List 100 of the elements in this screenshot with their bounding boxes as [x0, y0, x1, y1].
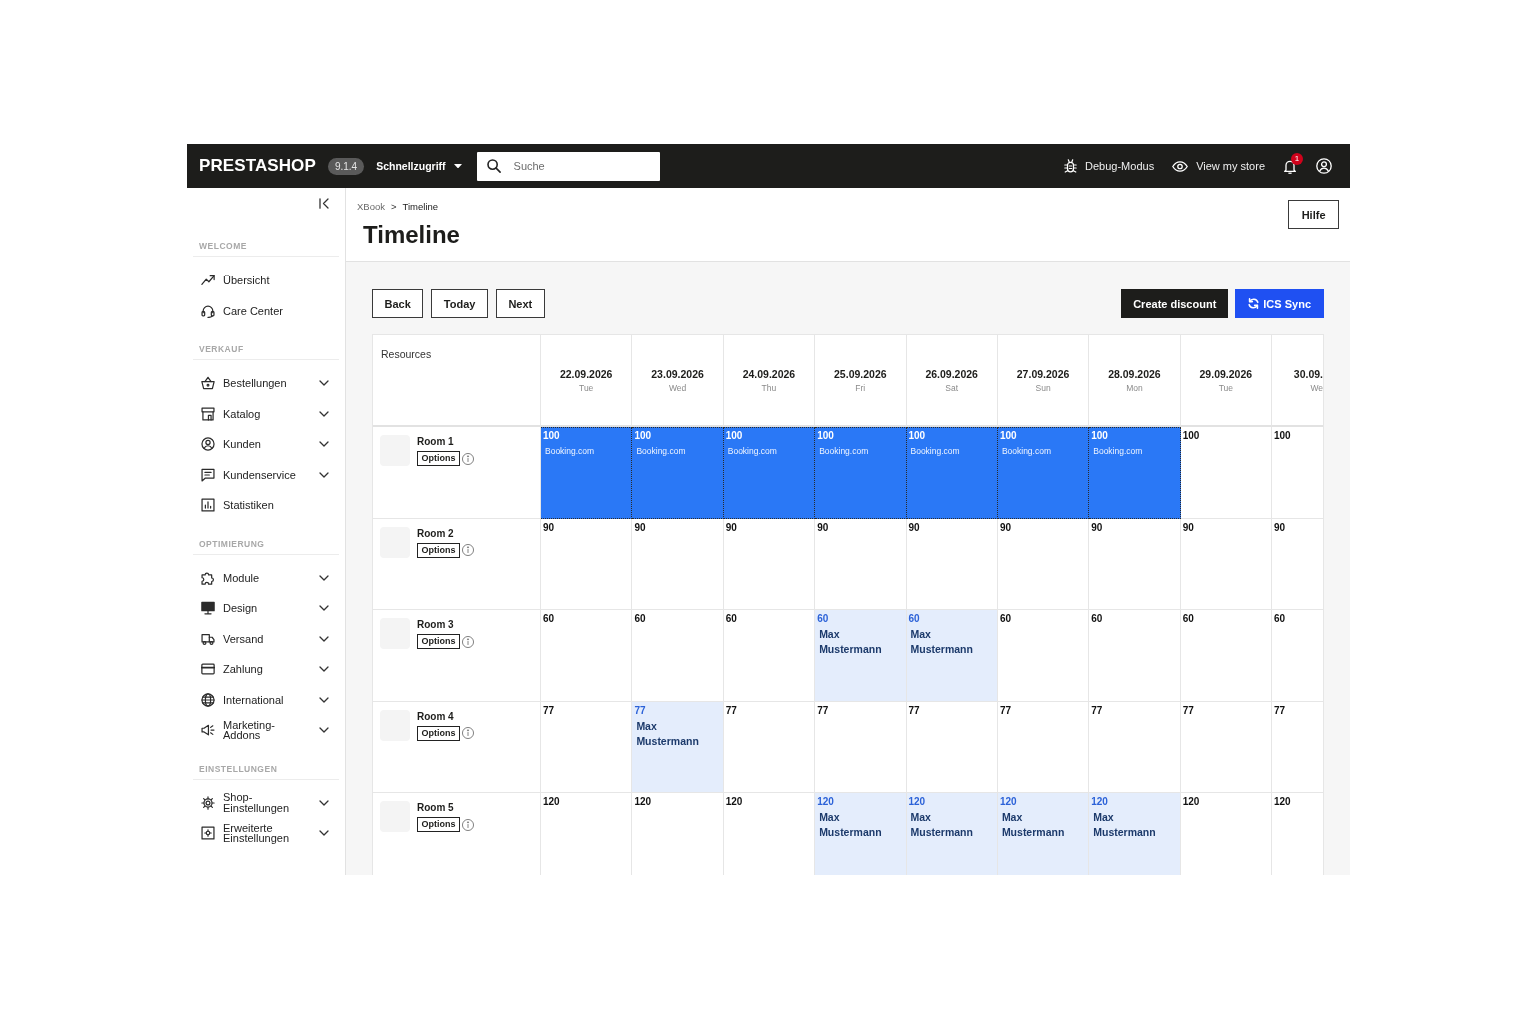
reservation-cell[interactable]: 77 Max Mustermann	[632, 701, 724, 793]
sidebar-item[interactable]: International	[193, 684, 339, 715]
price-text: 60	[634, 613, 646, 625]
sidebar-item[interactable]: Care Center	[193, 295, 339, 326]
refresh-icon	[1248, 298, 1260, 309]
reservation-cell[interactable]: 60 Max Mustermann	[815, 610, 907, 702]
date-label: 26.09.2026	[925, 368, 978, 381]
booking-source: Booking.com	[545, 446, 595, 457]
sidebar-item[interactable]: Übersicht	[193, 265, 339, 296]
weekday-label: Mon	[1126, 383, 1143, 394]
booking-cell[interactable]: 100 Booking.com	[997, 427, 1090, 519]
options-button[interactable]: Options	[417, 542, 460, 558]
price-text: 90	[999, 521, 1011, 534]
price-text: 77	[543, 704, 555, 717]
help-button[interactable]: Hilfe	[1288, 200, 1339, 229]
price-text: 77	[908, 704, 920, 717]
sidebar-item[interactable]: Zahlung	[193, 654, 339, 685]
quick-access-menu[interactable]: Schnellzugriff	[376, 160, 462, 172]
guest-name: Max Mustermann	[910, 627, 974, 657]
reservation-cell[interactable]: 120 Max Mustermann	[815, 793, 907, 875]
options-button[interactable]: Options	[417, 725, 460, 741]
sidebar-item[interactable]: Erweiterte Einstellungen	[193, 818, 339, 849]
date-label: 28.09.2026	[1108, 368, 1161, 381]
price-text: 77	[634, 704, 646, 717]
collapse-icon[interactable]	[319, 198, 329, 209]
chat-icon	[201, 467, 215, 482]
price-text: 60	[1091, 613, 1103, 625]
sidebar-item[interactable]: Kunden	[193, 429, 339, 460]
price-text: 77	[1091, 704, 1103, 717]
price-text: 90	[817, 521, 829, 534]
sidebar-item[interactable]: Shop-Einstellungen	[193, 787, 339, 818]
price-text: 120	[999, 796, 1017, 808]
price-text: 90	[543, 521, 555, 534]
options-button[interactable]: Options	[417, 817, 460, 832]
price-text: 100	[725, 430, 743, 442]
weekday-label: Tue	[579, 383, 594, 394]
price-text: 60	[817, 613, 829, 625]
booking-cell[interactable]: 100 Booking.com	[906, 427, 998, 519]
debug-mode-link[interactable]: Debug-Modus	[1064, 159, 1155, 173]
price-text: 60	[999, 613, 1011, 625]
weekday-label: Sat	[945, 383, 959, 394]
room-name: Room 5	[417, 801, 454, 814]
nav-button[interactable]: Today	[431, 289, 488, 318]
store-icon	[201, 406, 215, 421]
reservation-cell[interactable]: 60 Max Mustermann	[906, 610, 998, 702]
price-text: 60	[725, 613, 737, 625]
info-icon[interactable]	[462, 727, 474, 739]
price-text: 120	[1274, 796, 1291, 808]
room-name: Room 2	[417, 526, 454, 540]
info-icon[interactable]	[462, 818, 474, 831]
gear-square-icon	[201, 826, 215, 841]
price-text: 90	[1182, 521, 1194, 534]
guest-name: Max Mustermann	[1093, 810, 1157, 840]
booking-cell[interactable]: 100 Booking.com	[541, 427, 633, 519]
options-button[interactable]: Options	[417, 634, 460, 649]
sidebar-item[interactable]: Katalog	[193, 398, 339, 429]
options-button[interactable]: Options	[417, 451, 460, 466]
price-text: 100	[999, 430, 1017, 442]
breadcrumb-link[interactable]: XBook	[357, 200, 385, 213]
brand-logo[interactable]: PRESTASHOP	[199, 156, 316, 176]
sidebar-item[interactable]: Design	[193, 593, 339, 624]
info-icon[interactable]	[462, 452, 474, 465]
weekday-label: Wed	[668, 383, 687, 394]
guest-name: Max Mustermann	[819, 810, 883, 840]
view-store-link[interactable]: View my store	[1172, 160, 1265, 172]
section-label: VERKAUF	[198, 343, 244, 355]
date-label: 30.09.	[1293, 368, 1323, 381]
booking-cell[interactable]: 100 Booking.com	[1089, 427, 1181, 519]
booking-cell[interactable]: 100 Booking.com	[632, 427, 724, 519]
price-text: 120	[817, 796, 834, 808]
reservation-cell[interactable]: 120 Max Mustermann	[997, 793, 1090, 875]
notifications-button[interactable]	[1284, 158, 1296, 174]
nav-button[interactable]: Back	[372, 289, 424, 318]
booking-cell[interactable]: 100 Booking.com	[723, 427, 816, 519]
nav-button[interactable]: Next	[495, 289, 545, 318]
booking-cell[interactable]: 100 Booking.com	[815, 427, 907, 519]
user-circle-icon[interactable]	[1316, 158, 1332, 174]
trend-line-icon	[201, 273, 215, 288]
price-text: 100	[543, 430, 560, 442]
reservation-cell[interactable]: 120 Max Mustermann	[1089, 793, 1181, 875]
sidebar-item[interactable]: Module	[193, 562, 339, 593]
info-icon[interactable]	[462, 544, 474, 556]
info-icon[interactable]	[462, 635, 474, 648]
section-label: WELCOME	[198, 240, 247, 252]
price-text: 77	[1274, 704, 1286, 717]
reservation-cell[interactable]: 120 Max Mustermann	[906, 793, 998, 875]
price-text: 100	[1182, 430, 1200, 442]
sidebar-item[interactable]: Bestellungen	[193, 368, 339, 399]
sidebar-item[interactable]: Versand	[193, 623, 339, 654]
sidebar-item[interactable]: Kundenservice	[193, 459, 339, 490]
sidebar-item[interactable]: Marketing-Addons	[193, 715, 339, 746]
guest-name: Max Mustermann	[636, 718, 700, 749]
weekday-label: Tue	[1218, 383, 1233, 394]
price-text: 77	[725, 704, 737, 717]
sidebar-item[interactable]: Statistiken	[193, 490, 339, 521]
section-label: OPTIMIERUNG	[198, 537, 265, 550]
sync-button[interactable]: ICS Sync	[1235, 289, 1324, 318]
price-text: 90	[725, 521, 737, 534]
create-discount-button[interactable]: Create discount	[1121, 289, 1229, 318]
search-field[interactable]: Suche	[476, 151, 660, 181]
